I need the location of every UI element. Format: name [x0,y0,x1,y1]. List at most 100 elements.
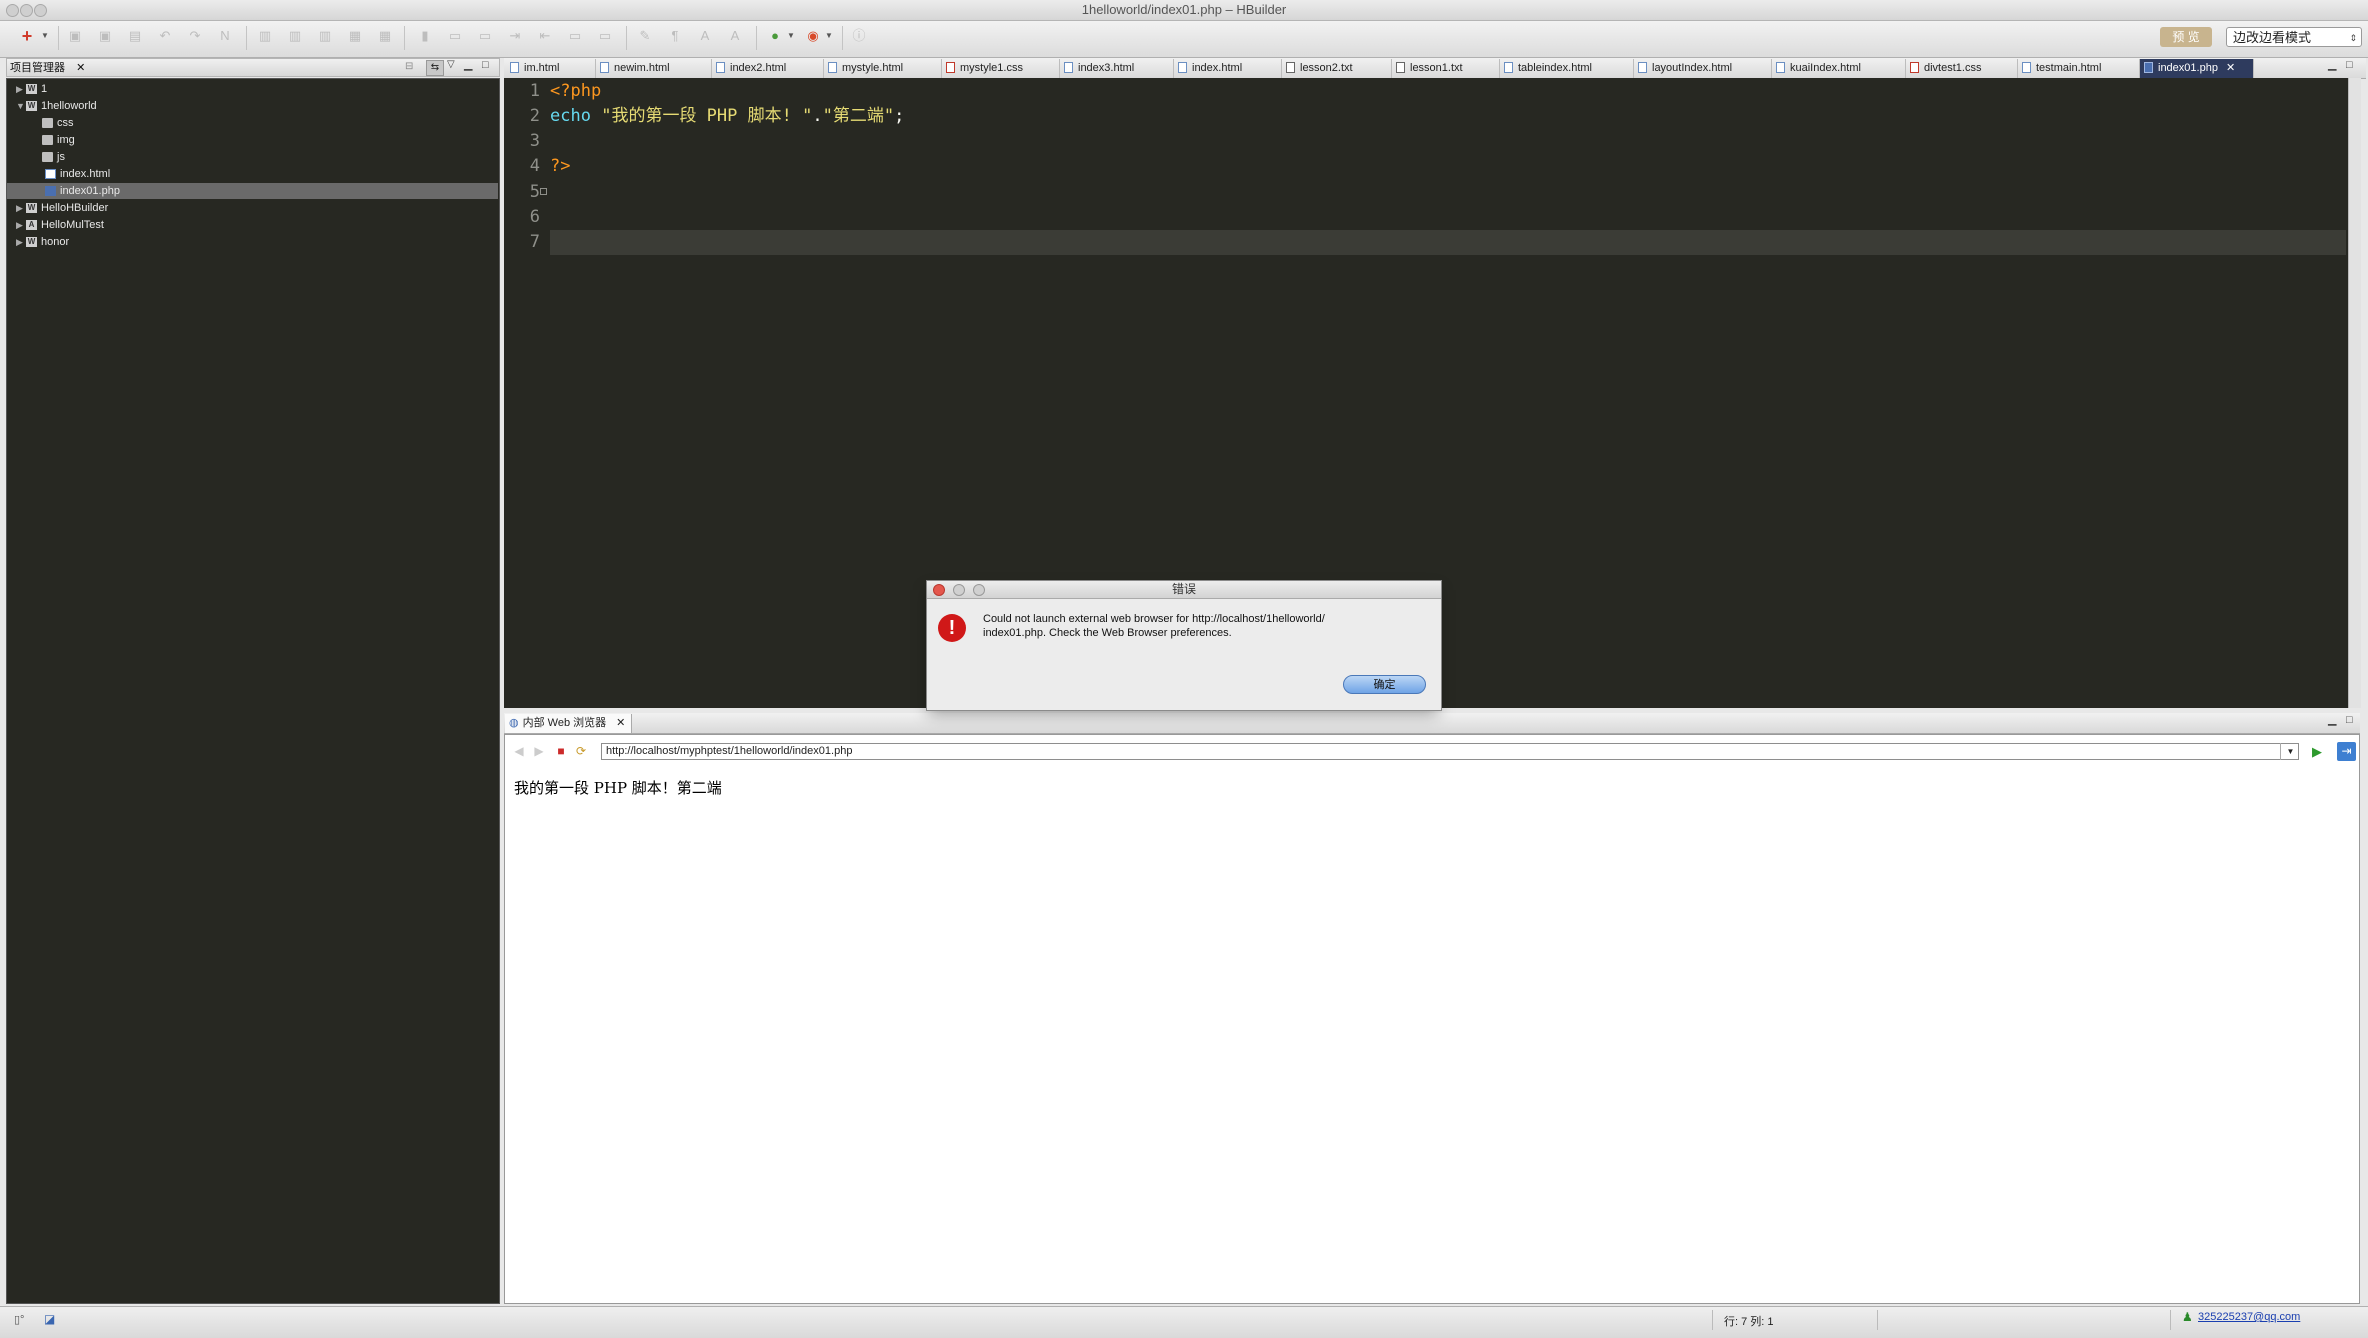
editor-tab[interactable]: mystyle.html [824,59,942,78]
new-plus-icon[interactable]: + [20,27,34,45]
table-icon[interactable]: ▦ [348,29,362,43]
collapse-arrow-icon[interactable]: ▼ [16,98,26,115]
editor-tab[interactable]: lesson1.txt [1392,59,1500,78]
tree-item-label: js [57,151,65,163]
layout-icon[interactable]: ▦ [378,29,392,43]
undo-icon[interactable]: ↶ [158,29,172,43]
chevron-down-icon[interactable]: ▼ [2280,743,2300,760]
expand-arrow-icon[interactable]: ▶ [16,200,26,217]
expand-arrow-icon[interactable]: ▶ [16,81,26,98]
dialog-close-button[interactable] [933,584,945,596]
dialog-zoom-button[interactable] [973,584,985,596]
comment-icon[interactable]: ▭ [448,29,462,43]
close-icon[interactable]: ✕ [2226,62,2235,74]
collapse-all-icon[interactable]: ⊟ [405,61,413,72]
chevron-down-icon[interactable]: ▼ [38,29,52,43]
align-center-icon[interactable]: ▥ [288,29,302,43]
print-icon[interactable]: ▤ [128,29,142,43]
editor-tab[interactable]: lesson2.txt [1282,59,1392,78]
redo-icon[interactable]: ↷ [188,29,202,43]
file-icon [1504,62,1513,73]
chevron-down-icon[interactable]: ▼ [784,29,798,43]
wrap-icon[interactable]: ▭ [568,29,582,43]
close-icon[interactable]: ✕ [616,717,625,729]
bookmark-icon[interactable]: ▮ [418,29,432,43]
user-account-link[interactable]: 325225237@qq.com [2198,1311,2300,1323]
external-browser-icon[interactable]: ⇥ [2337,742,2356,761]
fold-marker-icon[interactable] [540,188,547,195]
editor-tab[interactable]: index3.html [1060,59,1174,78]
editor-scrollbar[interactable] [2348,78,2361,708]
run-icon[interactable]: ● [768,29,782,43]
editor-tab[interactable]: newim.html [596,59,712,78]
maximize-panel-icon[interactable]: □ [2346,714,2353,726]
stop-icon[interactable]: ■ [554,744,568,758]
tree-item-file-index01-php[interactable]: index01.php [45,183,120,200]
editor-tab[interactable]: kuaiIndex.html [1772,59,1906,78]
editor-tab[interactable]: tableindex.html [1500,59,1634,78]
outline-icon[interactable]: ▭ [478,29,492,43]
php-file-icon [2144,62,2153,73]
tree-item-project-1helloworld[interactable]: ▼ W 1helloworld [16,98,97,115]
minimize-editor-icon[interactable]: ▁ [2328,58,2336,71]
expand-arrow-icon[interactable]: ▶ [16,217,26,234]
dialog-minimize-button[interactable] [953,584,965,596]
save-icon[interactable]: ▣ [68,29,82,43]
maximize-panel-icon[interactable]: □ [482,59,489,71]
align-right-icon[interactable]: ▥ [318,29,332,43]
expand-arrow-icon[interactable]: ▶ [16,234,26,251]
browser-panel-tab[interactable]: ◍ 内部 Web 浏览器 ✕ [505,714,633,733]
minimize-panel-icon[interactable]: ▁ [464,58,472,71]
editor-tab[interactable]: layoutIndex.html [1634,59,1772,78]
back-icon[interactable]: ◀ [512,744,526,758]
editor-tab[interactable]: mystyle1.css [942,59,1060,78]
go-icon[interactable]: ▶ [2312,743,2328,760]
editor-tab[interactable]: index2.html [712,59,824,78]
tree-item-project-hellohbuilder[interactable]: ▶ W HelloHBuilder [16,200,108,217]
font-icon[interactable]: A [698,29,712,43]
tree-item-folder-js[interactable]: js [42,149,65,166]
zoom-window-button[interactable] [34,4,47,17]
save-all-icon[interactable]: ▣ [98,29,112,43]
chevron-down-icon[interactable]: ▼ [822,29,836,43]
align-left-icon[interactable]: ▥ [258,29,272,43]
url-input[interactable]: http://localhost/myphptest/1helloworld/i… [601,743,2299,760]
tree-item-project-hellomultest[interactable]: ▶ A HelloMulTest [16,217,104,234]
maximize-editor-icon[interactable]: □ [2346,59,2353,71]
fast-view-icon[interactable]: ▯° [14,1313,24,1326]
view-menu-icon[interactable]: ▽ [447,59,455,70]
editor-tab[interactable]: divtest1.css [1906,59,2018,78]
minimize-panel-icon[interactable]: ▁ [2328,713,2336,726]
info-icon[interactable]: ⓘ [852,29,866,43]
browser-icon[interactable]: ◉ [806,29,820,43]
outdent-icon[interactable]: ⇤ [538,29,552,43]
editor-tab[interactable]: index.html [1174,59,1282,78]
tree-item-folder-css[interactable]: css [42,115,74,132]
project-panel-tab[interactable]: 项目管理器 ✕ [10,59,85,77]
paragraph-icon[interactable]: ¶ [668,29,682,43]
tree-item-file-index-html[interactable]: index.html [45,166,110,183]
minimize-window-button[interactable] [20,4,33,17]
ok-button[interactable]: 确定 [1343,675,1426,694]
link-editor-icon[interactable]: ⇆ [426,60,444,76]
refresh-icon[interactable]: ⟳ [574,744,588,758]
console-icon[interactable]: ◪ [44,1312,55,1326]
brush-icon[interactable]: ✎ [638,29,652,43]
tree-item-folder-img[interactable]: img [42,132,75,149]
preview-button[interactable]: 预 览 [2160,27,2212,47]
format-icon[interactable]: N [218,29,232,43]
mode-select[interactable]: 边改边看模式 ⇕ [2226,27,2362,47]
editor-tab-active[interactable]: index01.php ✕ [2140,59,2254,78]
close-window-button[interactable] [6,4,19,17]
tree-item-label: 1helloworld [41,100,97,112]
tree-item-project-1[interactable]: ▶ W 1 [16,81,47,98]
uppercase-icon[interactable]: A [728,29,742,43]
editor-tab[interactable]: im.html [506,59,596,78]
tree-item-label: HelloMulTest [41,219,104,231]
indent-icon[interactable]: ⇥ [508,29,522,43]
tree-item-project-honor[interactable]: ▶ Whonor [16,234,69,251]
forward-icon[interactable]: ▶ [532,744,546,758]
editor-tab[interactable]: testmain.html [2018,59,2140,78]
block-icon[interactable]: ▭ [598,29,612,43]
close-icon[interactable]: ✕ [76,62,85,74]
